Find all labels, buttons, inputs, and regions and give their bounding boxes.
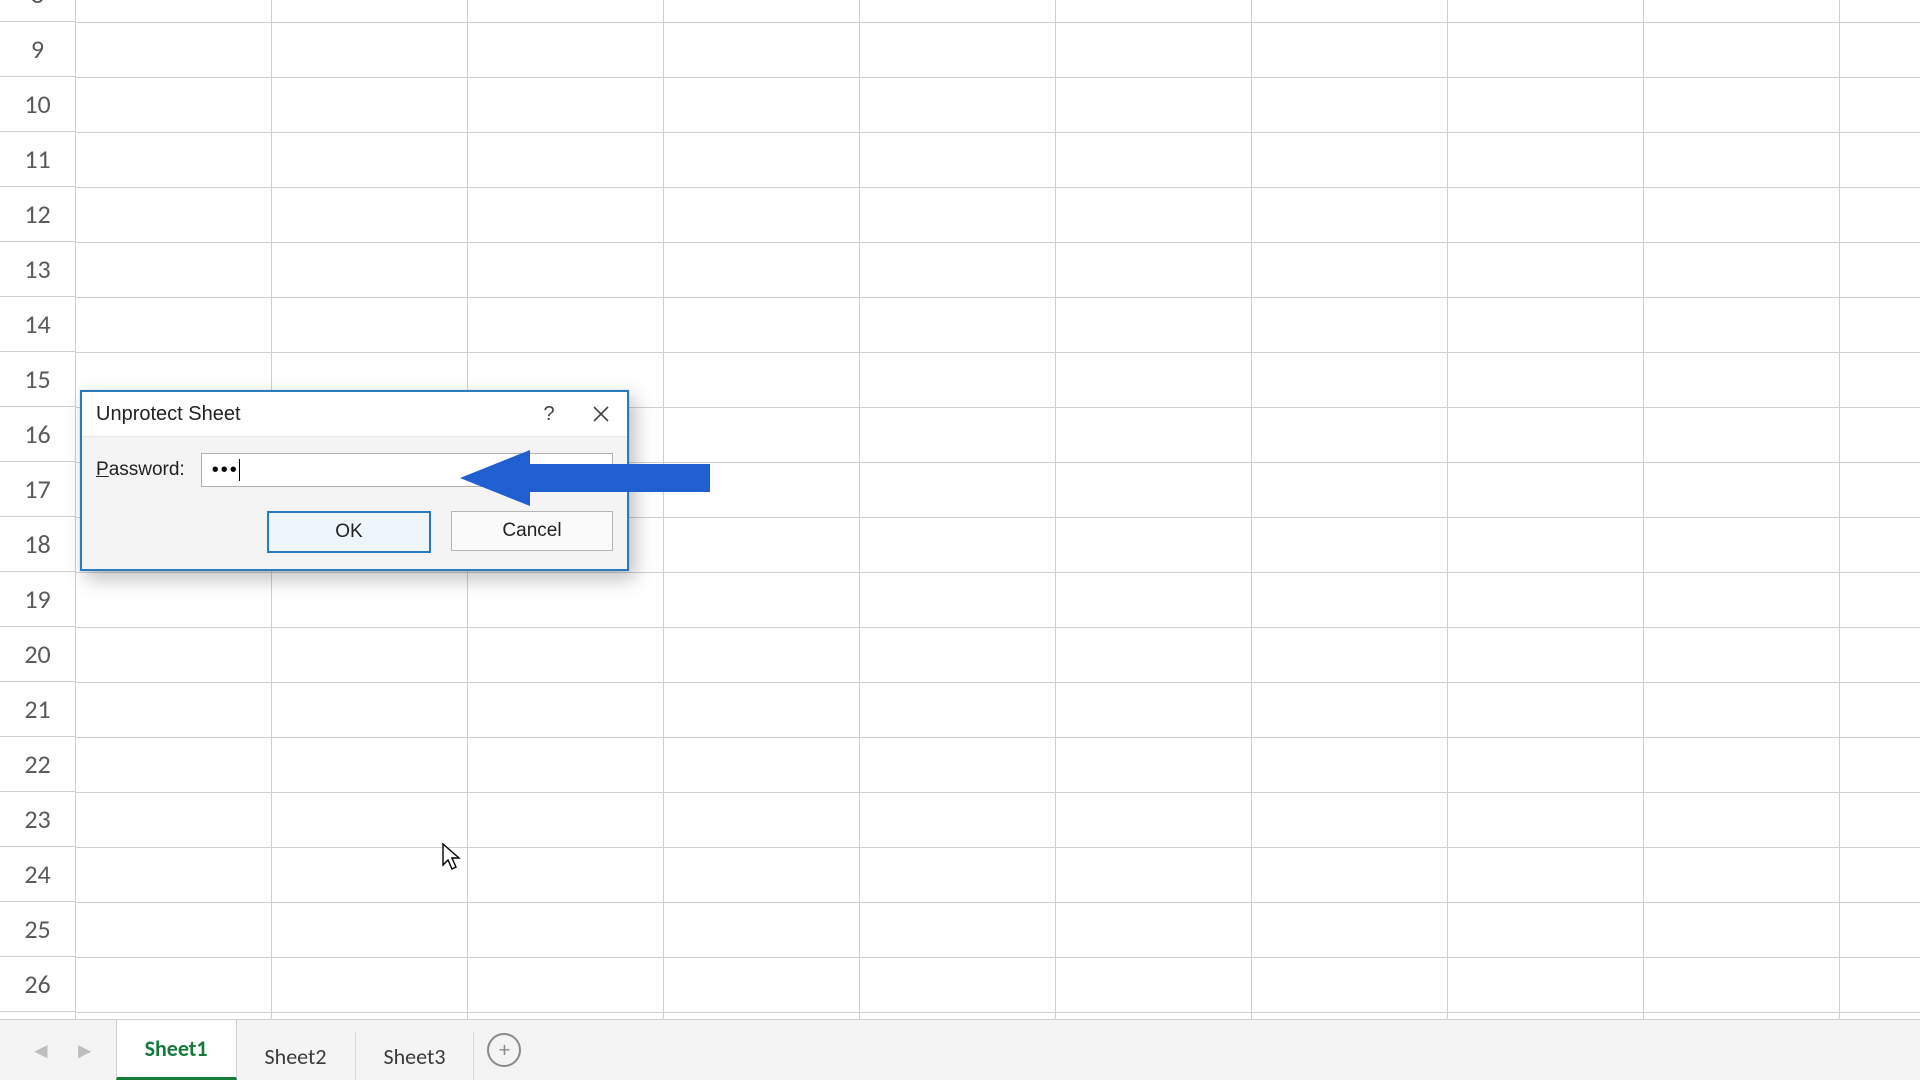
row-header[interactable]: 26 [0,957,75,1012]
dialog-title: Unprotect Sheet [82,403,523,426]
row-header[interactable]: 24 [0,847,75,902]
row-header[interactable]: 20 [0,627,75,682]
tab-nav-prev-icon[interactable]: ◄ [30,1037,52,1064]
cancel-button[interactable]: Cancel [451,511,613,551]
row-header[interactable]: 13 [0,242,75,297]
password-label: Password: [96,459,185,481]
row-header[interactable]: 11 [0,132,75,187]
row-header[interactable]: 17 [0,462,75,517]
row-header[interactable]: 15 [0,352,75,407]
row-header[interactable]: 21 [0,682,75,737]
sheet-tab-strip: ◄ ► Sheet1Sheet2Sheet3 + [0,1019,1920,1080]
plus-icon: + [487,1033,521,1067]
cancel-button-label: Cancel [502,520,561,542]
row-header[interactable]: 22 [0,737,75,792]
row-header[interactable]: 8 [0,0,75,22]
row-header[interactable]: 16 [0,407,75,462]
row-header[interactable]: 9 [0,22,75,77]
row-header[interactable]: 14 [0,297,75,352]
help-icon: ? [543,403,554,426]
dialog-titlebar[interactable]: Unprotect Sheet ? [82,392,627,437]
sheet-tab-sheet2[interactable]: Sheet2 [237,1032,356,1080]
dialog-button-row: OK Cancel [82,495,627,569]
close-icon [592,405,610,423]
tab-navigation: ◄ ► [0,1020,116,1080]
text-caret [239,459,240,481]
ok-button-label: OK [335,521,362,543]
sheet-tab-sheet1[interactable]: Sheet1 [116,1020,237,1080]
password-mask: ••• [212,459,239,482]
close-button[interactable] [575,392,627,436]
row-header[interactable]: 10 [0,77,75,132]
password-input[interactable]: ••• [201,453,613,487]
ok-button[interactable]: OK [267,511,431,553]
row-header[interactable]: 25 [0,902,75,957]
row-header[interactable]: 23 [0,792,75,847]
unprotect-sheet-dialog: Unprotect Sheet ? Password: ••• OK Cance… [80,390,629,571]
row-header[interactable]: 18 [0,517,75,572]
help-button[interactable]: ? [523,392,575,436]
row-header[interactable]: 12 [0,187,75,242]
tab-nav-next-icon[interactable]: ► [74,1037,96,1064]
sheet-tab-sheet3[interactable]: Sheet3 [356,1032,475,1080]
new-sheet-button[interactable]: + [474,1020,534,1080]
row-header[interactable]: 19 [0,572,75,627]
row-header-column: 891011121314151617181920212223242526 [0,0,76,1020]
dialog-body: Password: ••• [82,437,627,495]
sheet-tabs: Sheet1Sheet2Sheet3 [116,1020,475,1080]
